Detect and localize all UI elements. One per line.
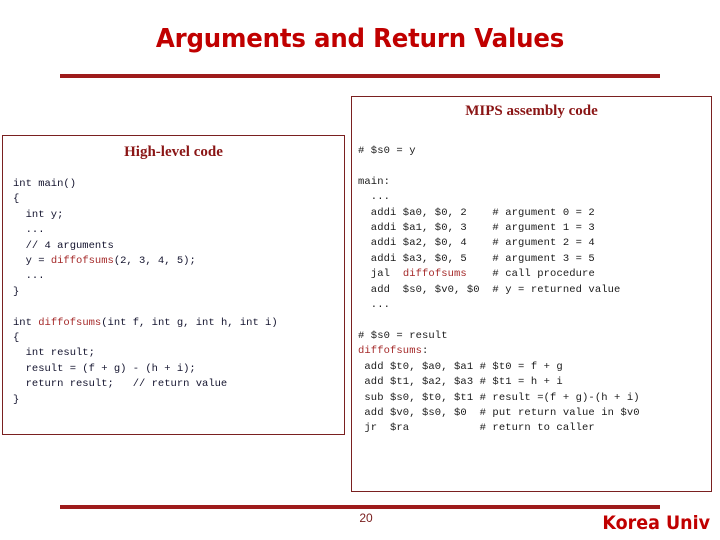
title-divider xyxy=(60,74,660,78)
brand-label: Korea Univ xyxy=(602,512,710,534)
label-diffofsums: diffofsums xyxy=(402,268,467,281)
label-diffofsums: diffofsums xyxy=(358,345,423,358)
code-segment: # $s0 = y main: ... addi $a0, $0, 2 # ar… xyxy=(358,145,595,281)
code-segment: (int f, int g, int h, int i) { int resul… xyxy=(13,316,278,406)
mips-code-block: # $s0 = y main: ... addi $a0, $0, 2 # ar… xyxy=(352,120,711,437)
code-segment: : add $t0, $a0, $a1 # $t0 = f + g add $t… xyxy=(364,345,640,435)
function-name-diffofsums: diffofsums xyxy=(38,316,102,329)
high-level-code-panel: High-level code int main() { int y; ... … xyxy=(2,135,345,435)
high-level-code-heading: High-level code xyxy=(124,144,223,160)
mips-assembly-panel: MIPS assembly code # $s0 = y main: ... a… xyxy=(351,96,712,492)
footer-divider xyxy=(60,505,660,509)
function-name-diffofsums: diffofsums xyxy=(50,255,114,268)
page-title: Arguments and Return Values xyxy=(155,24,565,54)
code-segment: int main() { int y; ... // 4 arguments y… xyxy=(13,178,114,268)
mips-assembly-heading: MIPS assembly code xyxy=(465,103,598,119)
page-number: 20 xyxy=(359,511,373,525)
high-level-code-block: int main() { int y; ... // 4 arguments y… xyxy=(3,161,344,408)
